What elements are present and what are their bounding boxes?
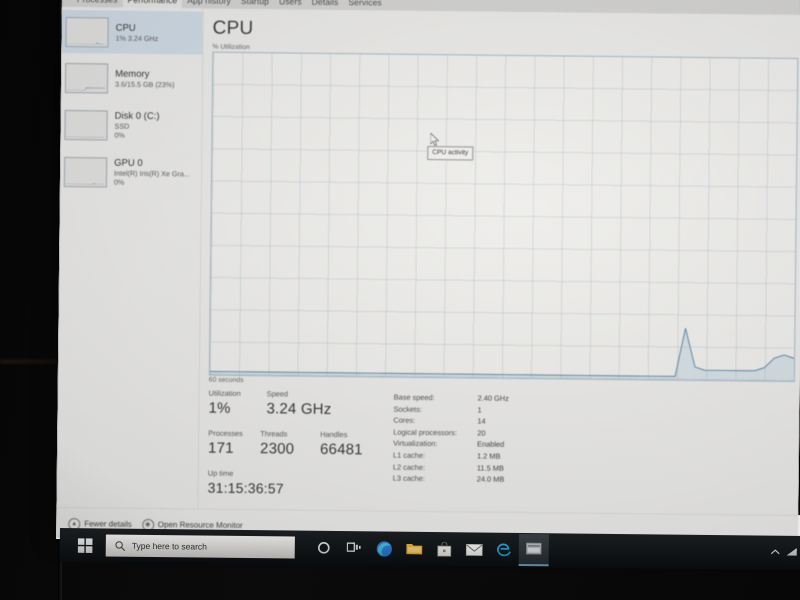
detail-value: 1	[477, 405, 482, 415]
detail-value: 14	[477, 416, 486, 426]
show-hidden-icons-icon[interactable]	[770, 544, 781, 562]
detail-key: L2 cache:	[392, 462, 425, 472]
sidebar-label-cpu: CPU	[115, 22, 136, 34]
detail-value: 1.2 MB	[476, 451, 501, 461]
page-title: CPU	[212, 17, 254, 40]
system-tray	[770, 544, 798, 562]
detail-key: Virtualization:	[393, 438, 438, 449]
cpu-utilization-series	[209, 328, 795, 381]
cpu-stats-panel: Utilization 1% Speed 3.24 GHz Processes …	[208, 389, 789, 497]
gpu-thumbnail-graph	[63, 156, 108, 187]
speed-label: Speed	[266, 389, 289, 399]
processes-value: 171	[207, 439, 234, 457]
detail-key: Cores:	[393, 415, 416, 426]
detail-key: L3 cache:	[392, 473, 425, 484]
task-manager-icon[interactable]	[518, 533, 549, 567]
search-input[interactable]: Type here to search	[105, 534, 295, 559]
performance-sidebar: CPU 1% 3.24 GHz Memory 3.6/15.5 GB (23%)	[56, 6, 204, 509]
start-button[interactable]	[72, 532, 98, 558]
task-view-icon[interactable]	[339, 533, 369, 563]
file-explorer-icon[interactable]	[399, 534, 429, 564]
utilization-value: 1%	[208, 399, 231, 417]
network-icon[interactable]	[786, 544, 798, 562]
detail-key: L1 cache:	[392, 450, 426, 460]
uptime-value: 31:15:36:57	[207, 479, 284, 497]
chart-x-axis-label: 60 seconds	[208, 376, 244, 384]
sidebar-label-disk: Disk 0 (C:)	[114, 110, 160, 123]
handles-value: 66481	[319, 440, 363, 459]
cpu-thumbnail-graph	[65, 16, 109, 48]
chart-tooltip: CPU activity	[427, 145, 474, 161]
detail-value: 11.5 MB	[476, 463, 504, 473]
windows-logo-icon	[77, 537, 92, 553]
edge-legacy-icon[interactable]	[489, 535, 519, 565]
detail-value: 24.0 MB	[476, 474, 505, 484]
store-icon[interactable]	[429, 534, 459, 564]
detail-value: Enabled	[477, 439, 505, 450]
processes-label: Processes	[208, 428, 243, 438]
sidebar-item-gpu[interactable]: GPU 0 Intel(R) Iris(R) Xe Gra... 0%	[60, 150, 201, 195]
detail-value: 2.40 GHz	[477, 393, 509, 403]
sidebar-sub-cpu: 1% 3.24 GHz	[115, 33, 159, 43]
mail-icon[interactable]	[459, 534, 489, 564]
sidebar-sub-disk-type: SSD	[114, 121, 130, 131]
detail-key: Logical processors:	[393, 427, 457, 438]
detail-value: 20	[477, 428, 486, 438]
memory-thumbnail-graph	[64, 62, 109, 94]
sidebar-label-memory: Memory	[115, 68, 150, 80]
disk-thumbnail-graph	[64, 109, 108, 140]
laptop-screen: Processes Performance App history Startu…	[56, 0, 800, 548]
detail-key: Base speed:	[393, 392, 435, 403]
sidebar-item-memory[interactable]: Memory 3.6/15.5 GB (23%)	[61, 56, 202, 101]
threads-value: 2300	[259, 440, 295, 458]
table-row: L3 cache: 24.0 MB	[393, 473, 603, 487]
cpu-details-table: Base speed: 2.40 GHz Sockets: 1 Cores: 1…	[393, 392, 604, 487]
sidebar-item-cpu[interactable]: CPU 1% 3.24 GHz	[61, 9, 203, 55]
edge-icon[interactable]	[369, 533, 399, 563]
tab-services[interactable]: Services	[343, 0, 387, 11]
tab-details[interactable]: Details	[307, 0, 344, 10]
tab-users[interactable]: Users	[274, 0, 307, 10]
sidebar-sub-gpu-usage: 0%	[113, 177, 125, 187]
cpu-performance-pane: CPU % Utilization 13th G 60 seconds CPU …	[198, 9, 800, 515]
sidebar-sub-disk-usage: 0%	[114, 130, 125, 140]
speed-value: 3.24 GHz	[266, 400, 332, 418]
tab-startup[interactable]: Startup	[236, 0, 274, 9]
taskbar-icons	[309, 532, 549, 567]
detail-key: Sockets:	[393, 404, 422, 414]
sidebar-sub-gpu-model: Intel(R) Iris(R) Xe Gra...	[113, 168, 190, 179]
search-icon	[115, 540, 126, 551]
threads-label: Threads	[260, 429, 288, 439]
window-body: CPU 1% 3.24 GHz Memory 3.6/15.5 GB (23%)	[56, 6, 800, 515]
chart-y-axis-label: % Utilization	[212, 43, 250, 52]
utilization-label: Utilization	[208, 388, 241, 398]
cpu-utilization-chart[interactable]	[208, 51, 799, 382]
sidebar-item-disk[interactable]: Disk 0 (C:) SSD 0%	[60, 103, 201, 148]
sidebar-label-gpu: GPU 0	[114, 157, 143, 169]
handles-label: Handles	[320, 429, 348, 440]
search-placeholder: Type here to search	[131, 540, 208, 552]
cortana-icon[interactable]	[309, 533, 339, 563]
sidebar-sub-memory: 3.6/15.5 GB (23%)	[114, 79, 175, 89]
